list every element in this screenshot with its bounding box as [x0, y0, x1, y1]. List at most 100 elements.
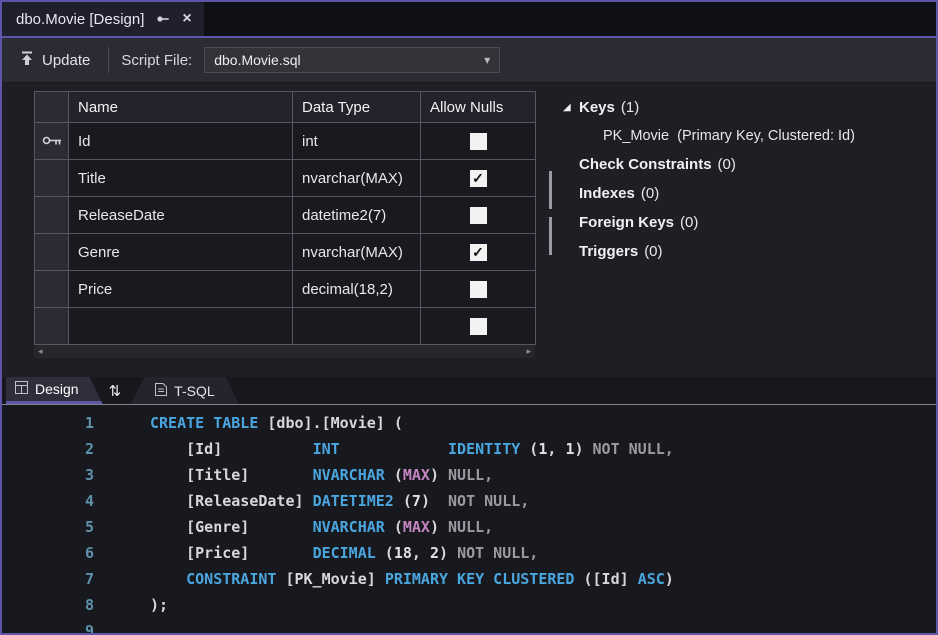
data-type-cell[interactable]: int [293, 123, 421, 160]
column-name-cell[interactable]: Price [69, 271, 293, 308]
column-name-cell[interactable]: Genre [69, 234, 293, 271]
column-name-cell[interactable]: ReleaseDate [69, 197, 293, 234]
tab-tsql[interactable]: T-SQL [131, 377, 238, 404]
scroll-left-icon[interactable]: ◂ [38, 346, 43, 357]
tsql-editor[interactable]: 1 CREATE TABLE [dbo].[Movie] ( 2 [Id] IN… [2, 405, 936, 633]
swap-panes-button[interactable]: ⇅ [109, 377, 122, 404]
code-line: 6 [Price] DECIMAL (18, 2) NOT NULL, [2, 540, 936, 566]
pane-splitter[interactable] [545, 91, 555, 377]
line-number: 6 [2, 540, 94, 566]
allow-nulls-cell[interactable]: ✓ [421, 160, 536, 197]
column-name-cell[interactable]: Id [69, 123, 293, 160]
tree-item[interactable]: PK_Movie (Primary Key, Clustered: Id) [563, 122, 855, 150]
allow-nulls-checkbox[interactable] [470, 207, 487, 224]
line-number: 9 [2, 618, 94, 633]
row-selector[interactable] [35, 197, 69, 234]
column-name-cell[interactable] [69, 308, 293, 345]
code-text: [Title] NVARCHAR (MAX) NULL, [150, 462, 493, 488]
data-type-cell[interactable]: decimal(18,2) [293, 271, 421, 308]
line-number: 3 [2, 462, 94, 488]
code-text: CONSTRAINT [PK_Movie] PRIMARY KEY CLUSTE… [150, 566, 674, 592]
code-line: 3 [Title] NVARCHAR (MAX) NULL, [2, 462, 936, 488]
code-text: [Price] DECIMAL (18, 2) NOT NULL, [150, 540, 538, 566]
tree-category[interactable]: Indexes (0) [563, 179, 855, 208]
allow-nulls-checkbox[interactable] [470, 318, 487, 335]
tree-category[interactable]: ◢ Keys (1) [563, 93, 855, 122]
grid-header-row: Name Data Type Allow Nulls [35, 92, 536, 123]
data-type-cell[interactable]: datetime2(7) [293, 197, 421, 234]
allow-nulls-cell[interactable]: ✓ [421, 234, 536, 271]
code-line: 2 [Id] INT IDENTITY (1, 1) NOT NULL, [2, 436, 936, 462]
tree-category[interactable]: Triggers (0) [563, 237, 855, 266]
code-line: 1 CREATE TABLE [dbo].[Movie] ( [2, 410, 936, 436]
allow-nulls-checkbox[interactable]: ✓ [470, 170, 487, 187]
update-button-label: Update [42, 52, 90, 69]
line-number: 5 [2, 514, 94, 540]
document-tab[interactable]: dbo.Movie [Design] × [2, 2, 204, 36]
code-text: [ReleaseDate] DATETIME2 (7) NOT NULL, [150, 488, 529, 514]
tree-category-label: Triggers [579, 243, 638, 260]
horizontal-scrollbar[interactable]: ◂ ▸ [34, 345, 535, 358]
tree-category[interactable]: Check Constraints (0) [563, 150, 855, 179]
line-number: 1 [2, 410, 94, 436]
script-file-label: Script File: [121, 52, 192, 69]
tree-category-count: (0) [680, 214, 698, 231]
allow-nulls-checkbox[interactable] [470, 133, 487, 150]
row-selector[interactable] [35, 271, 69, 308]
allow-nulls-checkbox[interactable] [470, 281, 487, 298]
column-grid-body: Id int Title nvarchar(MAX) ✓ [35, 123, 536, 345]
code-line: 8 ); [2, 592, 936, 618]
table-row[interactable]: Id int [35, 123, 536, 160]
script-file-dropdown[interactable]: dbo.Movie.sql ▾ [204, 47, 500, 73]
tree-category-count: (0) [641, 185, 659, 202]
tree-category[interactable]: Foreign Keys (0) [563, 208, 855, 237]
row-selector[interactable] [35, 308, 69, 345]
designer-surface: Name Data Type Allow Nulls Id int [2, 83, 936, 377]
code-text: [Genre] NVARCHAR (MAX) NULL, [150, 514, 493, 540]
column-name-cell[interactable]: Title [69, 160, 293, 197]
pin-icon[interactable] [156, 12, 170, 26]
tree-category-label: Indexes [579, 185, 635, 202]
row-selector[interactable] [35, 160, 69, 197]
line-number: 2 [2, 436, 94, 462]
code-text: ); [150, 592, 168, 618]
tsql-tab-label: T-SQL [174, 383, 214, 399]
code-text: CREATE TABLE [dbo].[Movie] ( [150, 410, 403, 436]
constraints-tree: ◢ Keys (1) PK_Movie (Primary Key, Cluste… [563, 91, 855, 377]
design-tab-icon [15, 381, 28, 397]
tree-category-count: (0) [644, 243, 662, 260]
designer-toolbar: Update Script File: dbo.Movie.sql ▾ [2, 38, 936, 83]
data-type-column-header[interactable]: Data Type [293, 92, 421, 123]
table-row[interactable]: ReleaseDate datetime2(7) [35, 197, 536, 234]
expander-icon[interactable]: ◢ [563, 102, 579, 113]
tree-category-count: (1) [621, 99, 639, 116]
allow-nulls-column-header[interactable]: Allow Nulls [421, 92, 536, 123]
table-row[interactable] [35, 308, 536, 345]
allow-nulls-cell[interactable] [421, 308, 536, 345]
data-type-cell[interactable]: nvarchar(MAX) [293, 160, 421, 197]
row-selector[interactable] [35, 123, 69, 160]
table-row[interactable]: Title nvarchar(MAX) ✓ [35, 160, 536, 197]
allow-nulls-checkbox[interactable]: ✓ [470, 244, 487, 261]
data-type-cell[interactable]: nvarchar(MAX) [293, 234, 421, 271]
toolbar-separator [108, 47, 109, 73]
tab-design[interactable]: Design [6, 377, 103, 404]
allow-nulls-cell[interactable] [421, 271, 536, 308]
allow-nulls-cell[interactable] [421, 197, 536, 234]
design-tab-label: Design [35, 381, 79, 397]
code-line: 9 [2, 618, 936, 633]
tree-category-label: Foreign Keys [579, 214, 674, 231]
table-row[interactable]: Genre nvarchar(MAX) ✓ [35, 234, 536, 271]
scroll-right-icon[interactable]: ▸ [526, 346, 531, 357]
update-icon [20, 51, 34, 70]
allow-nulls-cell[interactable] [421, 123, 536, 160]
table-row[interactable]: Price decimal(18,2) [35, 271, 536, 308]
select-all-header-cell[interactable] [35, 92, 69, 123]
close-icon[interactable]: × [182, 11, 191, 27]
table-designer-window: dbo.Movie [Design] × Update Script File: [0, 0, 938, 635]
update-button[interactable]: Update [14, 47, 96, 74]
tree-category-count: (0) [718, 156, 736, 173]
row-selector[interactable] [35, 234, 69, 271]
name-column-header[interactable]: Name [69, 92, 293, 123]
data-type-cell[interactable] [293, 308, 421, 345]
